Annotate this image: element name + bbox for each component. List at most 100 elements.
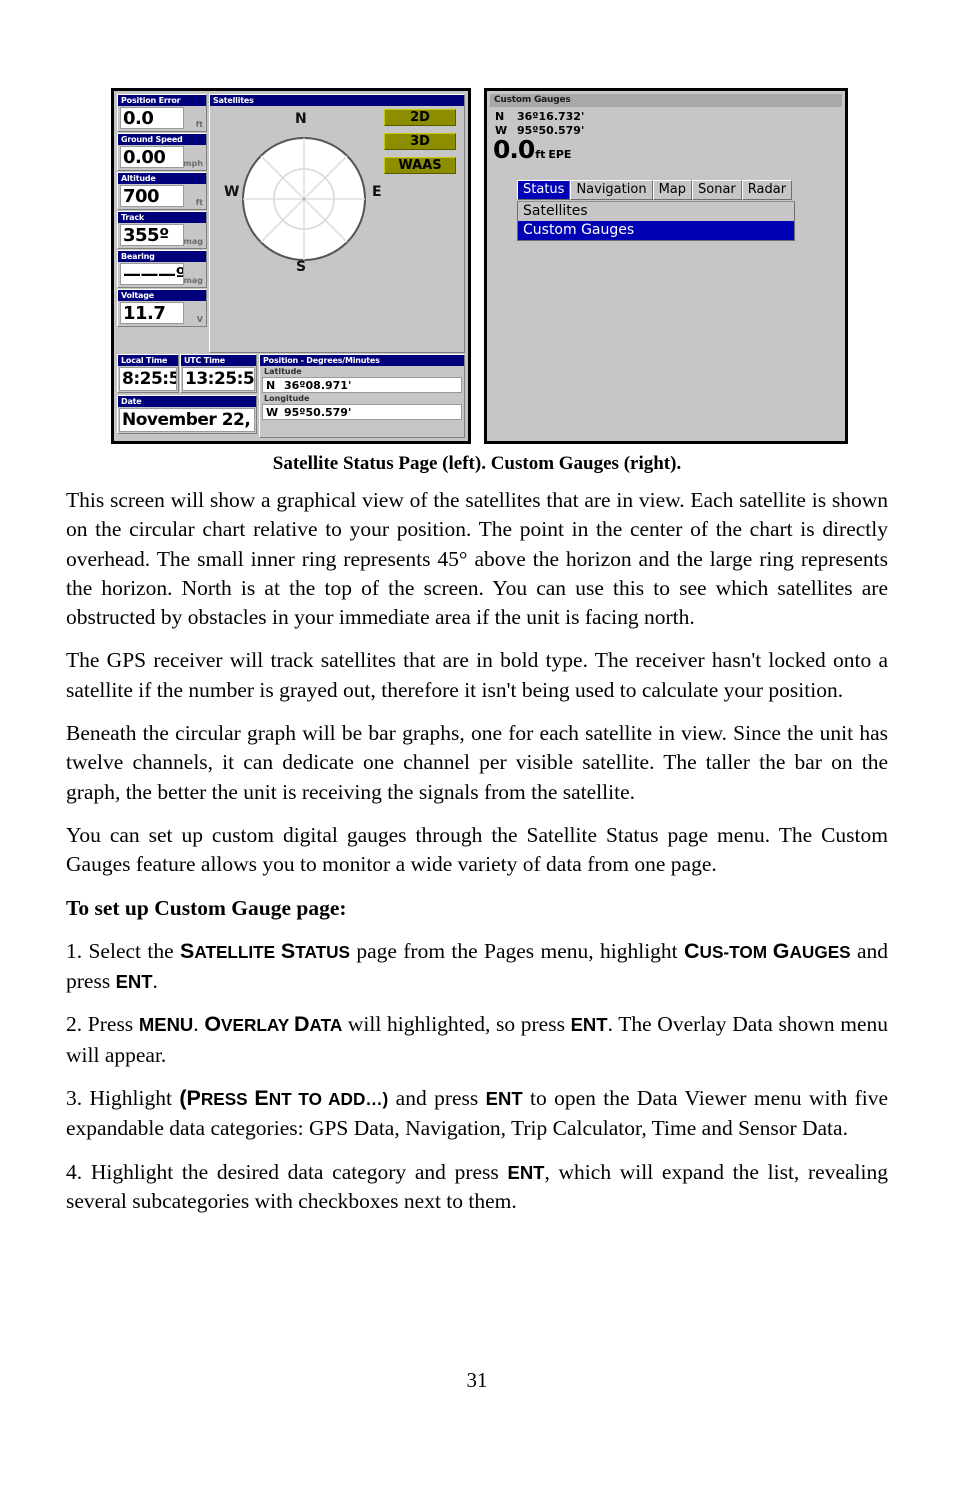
sc-cap: S (280, 938, 296, 963)
gauge-unit: mph (183, 159, 203, 168)
key-ent: ENT (570, 1014, 608, 1036)
gauge-altitude: Altitude 700 ft (117, 172, 207, 210)
date-body: November 22, 2006 (118, 407, 256, 433)
latitude-label: Latitude (260, 366, 464, 377)
sc-cap: G (772, 938, 790, 963)
tab-status[interactable]: Status (517, 180, 571, 200)
date-value: November 22, 2006 (119, 408, 255, 432)
latitude-degrees: 36º08.971' (284, 379, 352, 392)
date-label: Date (118, 396, 256, 407)
custom-gauges-coordinates: N 36º16.732' W 95º50.579' (495, 110, 584, 138)
date-field: Date November 22, 2006 (117, 395, 257, 434)
status-menu-list: Satellites Custom Gauges (517, 201, 795, 241)
local-time-text: 8:25:53 (122, 369, 176, 389)
sc-rest: RESS (200, 1089, 255, 1110)
custom-gauges-screenshot: Custom Gauges N 36º16.732' W 95º50.579' 0.… (484, 88, 848, 444)
gauge-position-error: Position Error 0.0 ft (117, 94, 207, 132)
step4-text-a: 4. Highlight the desired data category a… (66, 1159, 508, 1184)
gauge-unit: ft (195, 120, 203, 129)
utc-time-field: UTC Time 13:25:53 (180, 354, 257, 393)
page-body: This screen will show a graphical view o… (66, 486, 888, 1216)
tab-sonar[interactable]: Sonar (692, 180, 742, 200)
gauge-column: Position Error 0.0 ft Ground Speed 0.00 … (117, 94, 207, 353)
gauge-unit: mag (183, 237, 203, 246)
gauge-value: 355º (120, 224, 184, 246)
compass-label-east: E (372, 184, 382, 200)
utc-time-body: 13:25:53 (181, 366, 256, 392)
step-3: 3. Highlight (PRESS ENT TO ADD…) and pre… (66, 1084, 888, 1144)
gauge-value: 0.0 (120, 107, 184, 129)
page-number: 31 (466, 1368, 488, 1392)
gauge-body: 0.0 ft (118, 106, 206, 131)
paragraph-3: Beneath the circular graph will be bar g… (66, 721, 888, 804)
step1-smallcaps-satellite-status: SATELLITE STATUS (179, 938, 350, 963)
step2-text-a: 2. Press (66, 1012, 139, 1037)
key-ent: ENT (507, 1161, 545, 1183)
sc-cap: S (179, 938, 195, 963)
step-2: 2. Press MENU. OVERLAY DATA will highlig… (66, 1010, 888, 1070)
epe-readout: 0.0ft EPE (493, 135, 571, 164)
step1-smallcaps-custom-gauges: CUS-TOM GAUGES (684, 938, 851, 963)
gauge-label: Altitude (118, 173, 206, 184)
gauge-value: 700 (120, 185, 184, 207)
gauge-track: Track 355º mag (117, 211, 207, 249)
gauge-body: 0.00 mph (118, 145, 206, 170)
gauge-label: Voltage (118, 290, 206, 301)
step3-smallcaps-press-ent-to-add: (PRESS ENT TO ADD…) (179, 1086, 389, 1111)
cg-latitude-value: 36º16.732' (517, 110, 585, 123)
satellites-sky-panel: Satellites N S W E 2D 3D WAAS (209, 94, 465, 353)
gauge-ground-speed: Ground Speed 0.00 mph (117, 133, 207, 171)
custom-gauges-title: Custom Gauges (490, 94, 842, 107)
menu-item-custom-gauges[interactable]: Custom Gauges (518, 221, 794, 240)
step-1: 1. Select the SATELLITE STATUS page from… (66, 937, 888, 997)
satellite-status-screenshot: Position Error 0.0 ft Ground Speed 0.00 … (111, 88, 471, 444)
step1-text-a: 1. Select the (66, 938, 180, 963)
step2-smallcaps-overlay-data: OVERLAY DATA (204, 1012, 342, 1037)
sc-cap: E (254, 1086, 269, 1111)
pages-menu: Status Navigation Map Sonar Radar Satell… (517, 180, 795, 241)
tab-map[interactable]: Map (652, 180, 692, 200)
paragraph-4: You can set up custom digital gauges thr… (66, 822, 888, 877)
key-ent: ENT (485, 1088, 523, 1110)
longitude-label: Longitude (260, 393, 464, 404)
paragraph-2: The GPS receiver will track satellites t… (66, 648, 888, 702)
menu-item-satellites[interactable]: Satellites (518, 202, 794, 221)
step1-text-b: page from the Pages menu, highlight (349, 938, 684, 963)
local-time-value: 8:25:53AM (119, 367, 177, 391)
gauge-voltage: Voltage 11.7 V (117, 289, 207, 327)
utc-time-label: UTC Time (181, 355, 256, 366)
gauge-label: Bearing (118, 251, 206, 262)
gauge-body: 355º mag (118, 223, 206, 248)
fix-indicator-waas: WAAS (384, 157, 456, 174)
compass-rose-icon (242, 137, 366, 261)
key-ent: ENT (115, 971, 153, 993)
compass-label-south: S (296, 259, 307, 275)
step1-text-d: . (152, 969, 158, 994)
sc-cap: D (293, 1012, 310, 1037)
epe-label: EPE (548, 148, 572, 161)
tab-radar[interactable]: Radar (741, 180, 793, 200)
sc-rest: VERLAY (221, 1015, 294, 1036)
cg-latitude-hemisphere: N (495, 110, 505, 123)
fix-indicator-2d: 2D (384, 109, 456, 126)
longitude-value: W 95º50.579' (262, 404, 462, 420)
compass-label-west: W (224, 184, 240, 200)
tab-navigation[interactable]: Navigation (570, 180, 653, 200)
key-menu: MENU (138, 1014, 194, 1036)
gauge-label: Track (118, 212, 206, 223)
gauge-unit: mag (183, 276, 203, 285)
latitude-value: N 36º08.971' (262, 377, 462, 393)
sc-rest: TATUS (295, 941, 350, 962)
fix-indicator-group: 2D 3D WAAS (384, 109, 456, 181)
gauge-body: ———º mag (118, 262, 206, 287)
step3-text-a: 3. Highlight (66, 1086, 180, 1111)
step2-text-c: will highlighted, so press (342, 1012, 571, 1037)
gauge-body: 11.7 V (118, 301, 206, 326)
local-time-field: Local Time 8:25:53AM (117, 354, 179, 393)
pages-tab-row: Status Navigation Map Sonar Radar (517, 180, 795, 200)
epe-value: 0.0 (493, 135, 535, 164)
step-4: 4. Highlight the desired data category a… (66, 1158, 888, 1217)
latitude-hemisphere: N (266, 379, 276, 392)
sc-rest: NT TO ADD…) (268, 1089, 389, 1110)
gauge-body: 700 ft (118, 184, 206, 209)
